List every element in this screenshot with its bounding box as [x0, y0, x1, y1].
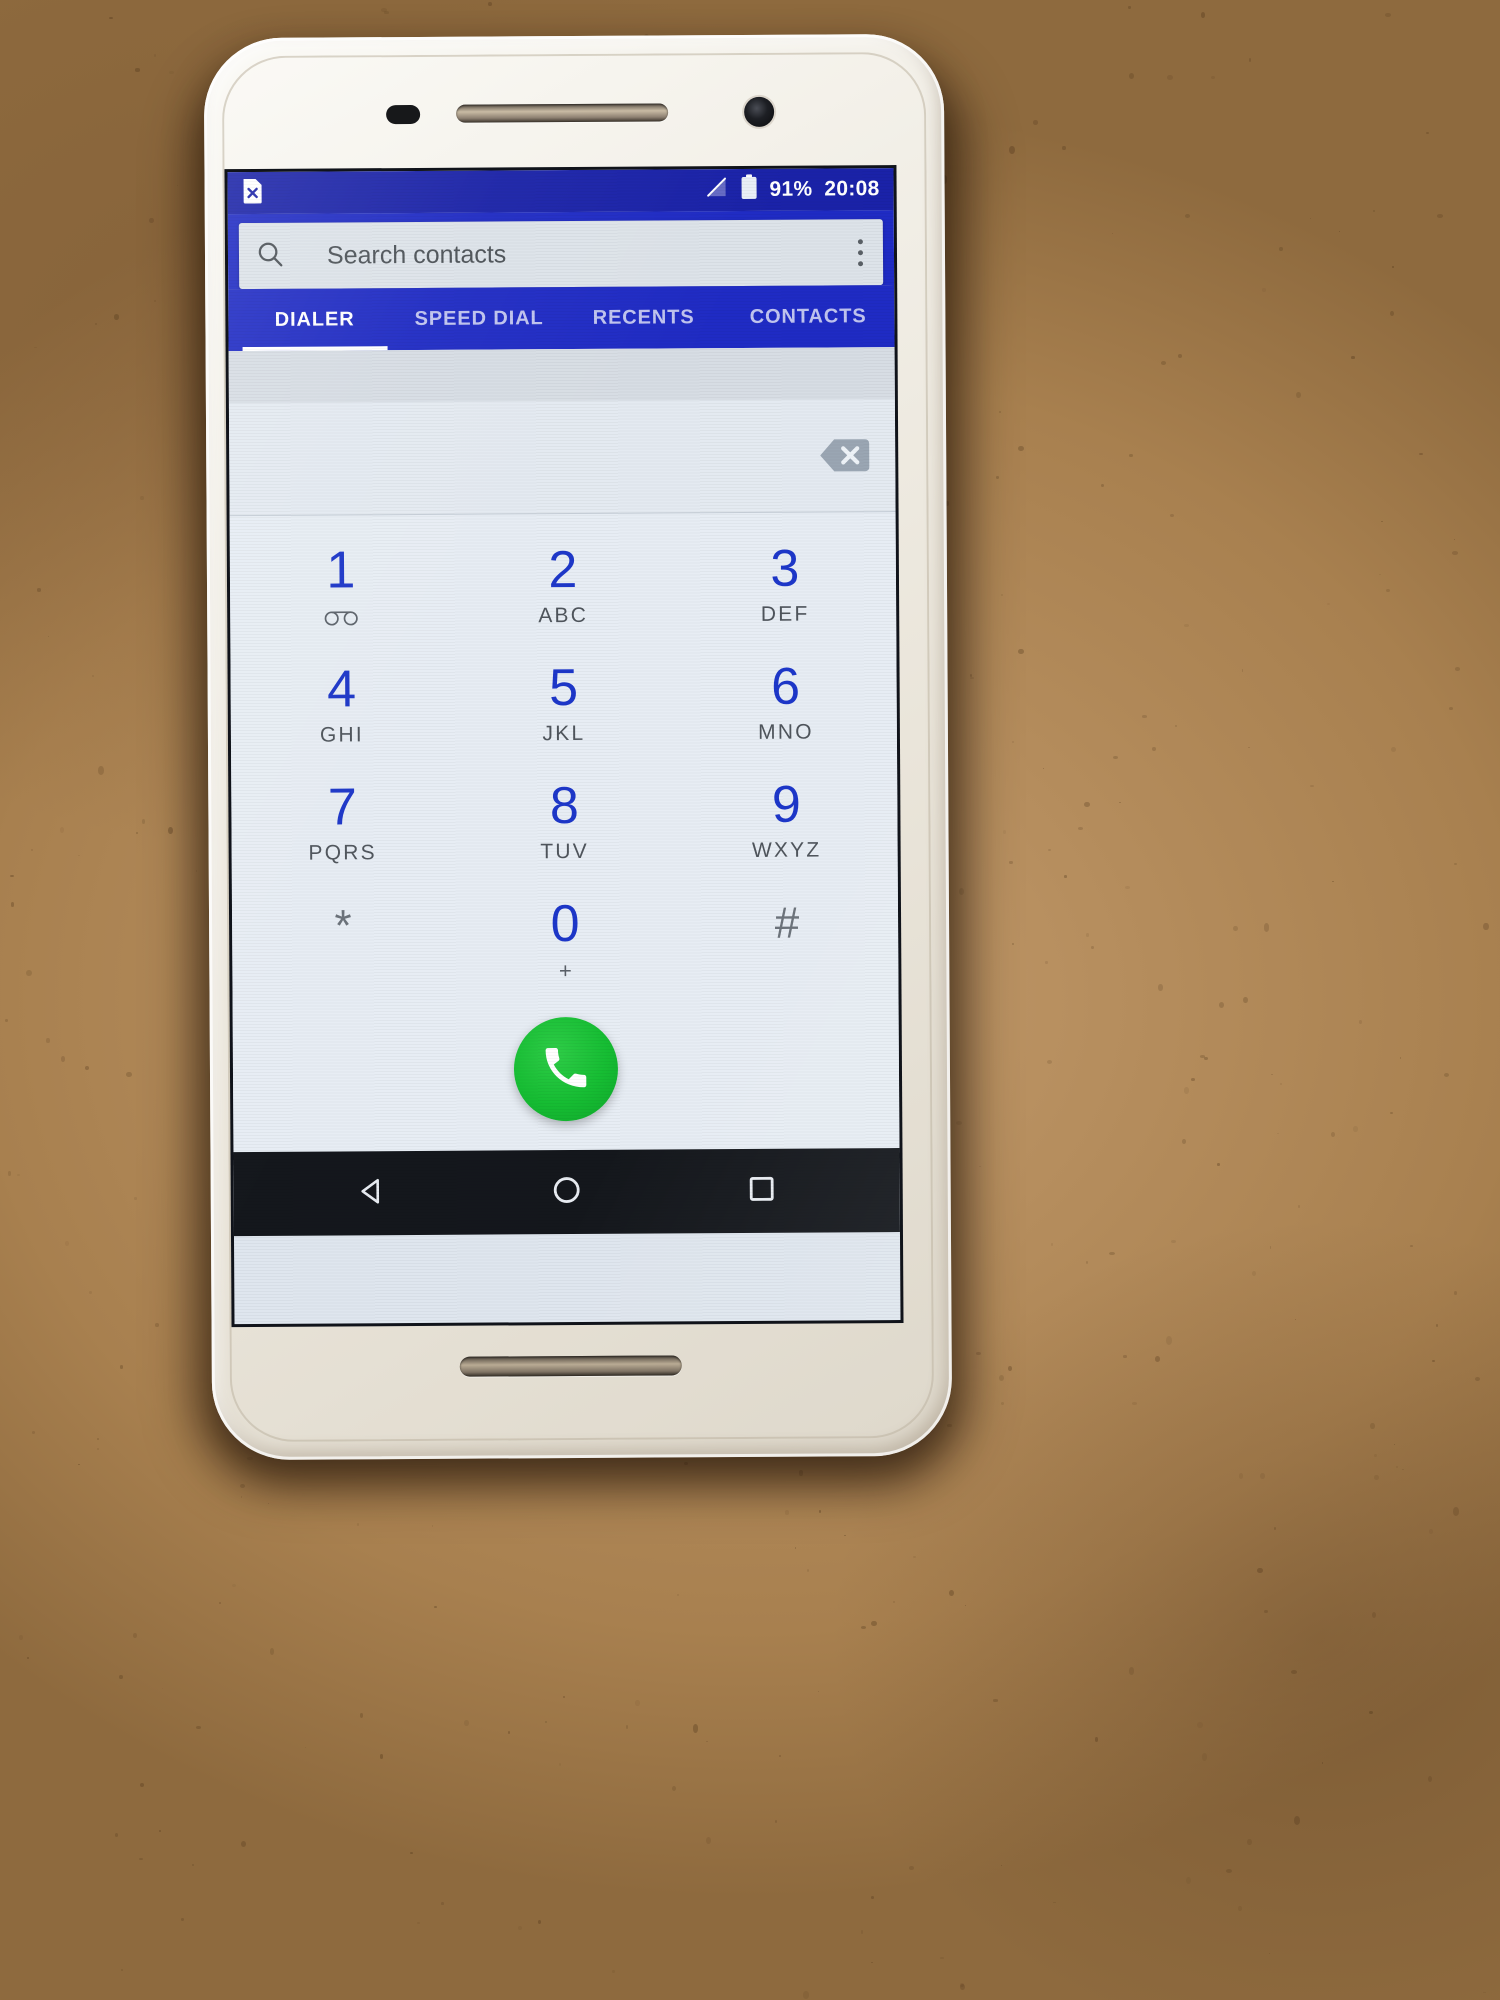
earpiece-speaker-grille: [456, 103, 669, 123]
phone-screen: 91% 20:08 Search contacts DIALER SPEED D…: [227, 168, 901, 1325]
tab-speed-dial[interactable]: SPEED DIAL: [397, 287, 562, 350]
search-bar[interactable]: Search contacts: [238, 219, 884, 290]
dial-entry-spacer: [228, 347, 895, 404]
tab-dialer[interactable]: DIALER: [232, 288, 397, 351]
sim-card-error-icon: [242, 177, 264, 208]
key-7-digit: 7: [327, 778, 357, 837]
key-4[interactable]: 4 GHI: [230, 647, 453, 766]
key-0-plus: +: [558, 958, 572, 984]
bottom-speaker-grille: [459, 1355, 682, 1377]
key-star[interactable]: *: [232, 883, 455, 1002]
kebab-dot-2: [857, 249, 863, 255]
battery-percentage: 91%: [769, 177, 813, 201]
tab-speed-dial-label: SPEED DIAL: [414, 306, 544, 330]
back-triangle-icon[interactable]: [351, 1171, 391, 1216]
dial-keypad: 1 2 ABC 3 DEF 4 GHI 5 JKL 6 MNO 7 PQRS 8…: [229, 512, 899, 1003]
key-5-digit: 5: [548, 658, 579, 717]
key-9[interactable]: 9 WXYZ: [675, 762, 898, 881]
key-hash[interactable]: #: [676, 880, 899, 999]
call-button[interactable]: [513, 1016, 619, 1122]
status-bar-clock: 20:08: [824, 177, 880, 201]
key-8-digit: 8: [549, 776, 579, 835]
key-1[interactable]: 1: [230, 529, 453, 648]
key-6-digit: 6: [770, 657, 801, 716]
key-8-letters: TUV: [540, 840, 590, 864]
key-9-letters: WXYZ: [751, 838, 822, 863]
call-button-row: [232, 998, 900, 1141]
app-bar: Search contacts: [227, 210, 895, 290]
tab-bar: DIALER SPEED DIAL RECENTS CONTACTS: [228, 285, 895, 352]
key-5[interactable]: 5 JKL: [452, 645, 675, 764]
proximity-sensor: [386, 104, 421, 125]
home-circle-icon[interactable]: [547, 1169, 587, 1214]
kebab-dot-1: [857, 238, 863, 244]
status-bar: 91% 20:08: [227, 168, 894, 215]
key-1-digit: 1: [326, 541, 356, 600]
key-2[interactable]: 2 ABC: [452, 527, 675, 646]
no-signal-icon: [704, 175, 728, 205]
tab-dialer-label: DIALER: [274, 307, 355, 331]
key-8[interactable]: 8 TUV: [453, 763, 676, 882]
search-icon: [255, 238, 285, 273]
keypad-row-1: 1 2 ABC 3 DEF: [230, 526, 897, 648]
desk-scene: 91% 20:08 Search contacts DIALER SPEED D…: [0, 0, 1500, 2000]
tab-contacts-label: CONTACTS: [749, 304, 867, 328]
backspace-delete-icon[interactable]: [817, 435, 871, 475]
dialed-number-field[interactable]: [228, 399, 896, 517]
key-3[interactable]: 3 DEF: [674, 526, 897, 645]
key-6[interactable]: 6 MNO: [674, 644, 897, 763]
key-9-digit: 9: [771, 775, 801, 834]
kebab-dot-3: [858, 260, 864, 266]
tab-recents-label: RECENTS: [592, 305, 695, 329]
key-hash-digit: #: [774, 898, 800, 948]
android-navigation-bar: [233, 1148, 900, 1237]
status-bar-right: 91% 20:08: [704, 173, 880, 206]
key-5-letters: JKL: [542, 722, 586, 746]
smartphone-device: 91% 20:08 Search contacts DIALER SPEED D…: [203, 33, 953, 1461]
voicemail-icon: [324, 606, 358, 630]
tab-contacts[interactable]: CONTACTS: [726, 285, 891, 348]
key-2-letters: ABC: [538, 604, 589, 628]
key-3-digit: 3: [770, 539, 800, 598]
key-3-letters: DEF: [760, 602, 810, 627]
key-2-digit: 2: [548, 540, 578, 599]
key-7-letters: PQRS: [308, 841, 377, 865]
key-7[interactable]: 7 PQRS: [231, 765, 454, 884]
keypad-row-2: 4 GHI 5 JKL 6 MNO: [230, 644, 897, 766]
keypad-row-4: * 0 + #: [232, 880, 899, 1002]
key-6-letters: MNO: [758, 720, 814, 745]
battery-icon: [740, 174, 757, 206]
phone-handset-icon: [539, 1039, 593, 1098]
key-4-letters: GHI: [319, 723, 364, 747]
keypad-row-3: 7 PQRS 8 TUV 9 WXYZ: [231, 762, 898, 884]
key-0[interactable]: 0 +: [454, 881, 677, 1000]
status-bar-left-icons: [242, 177, 264, 208]
key-star-digit: *: [334, 900, 352, 951]
search-input[interactable]: Search contacts: [327, 238, 854, 270]
tab-recents[interactable]: RECENTS: [561, 286, 726, 349]
key-0-digit: 0: [550, 894, 580, 953]
kebab-menu-icon[interactable]: [854, 230, 867, 275]
front-camera-lens: [744, 96, 775, 127]
key-4-digit: 4: [326, 660, 357, 719]
recents-square-icon[interactable]: [742, 1168, 782, 1213]
